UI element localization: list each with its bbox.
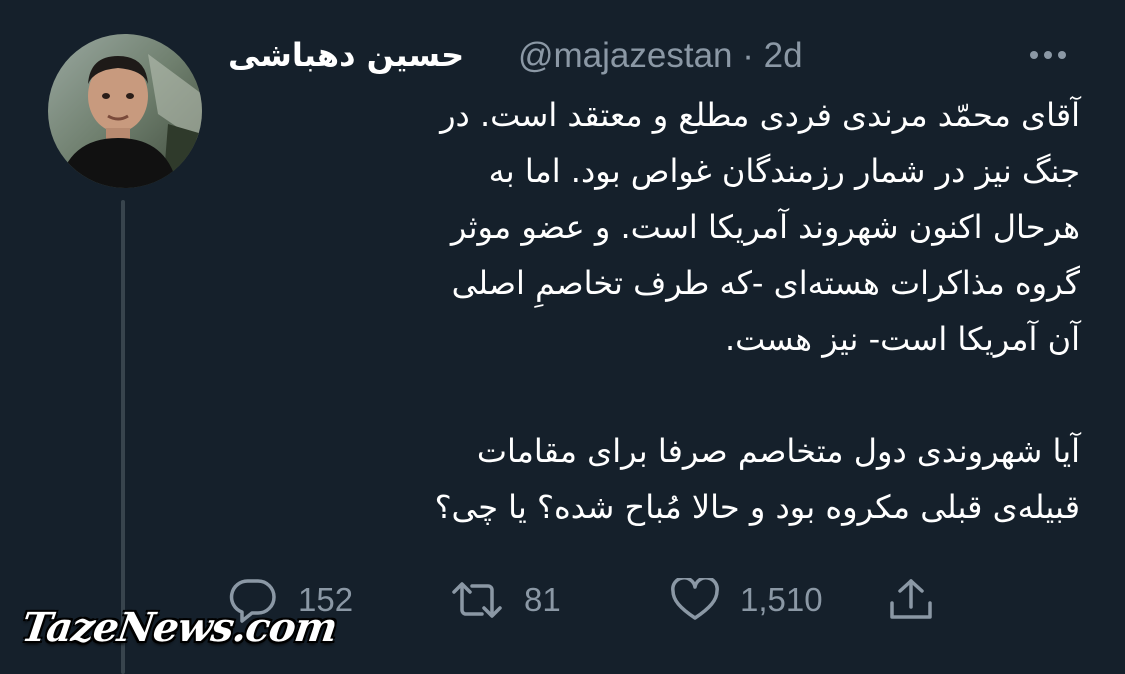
site-watermark: TazeNews.com (18, 604, 340, 651)
avatar-photo (48, 34, 202, 188)
author-display-name[interactable]: حسین دهباشی (228, 36, 464, 74)
tweet-actions: 152 81 1,510 (228, 572, 988, 628)
more-options-button[interactable] (1026, 40, 1070, 70)
tweet-line-7: قبیله‌ی قبلی مکروه بود و حالا مُباح شده؟… (434, 488, 1080, 526)
tweet-line-1: آقای محمّد مرندی فردی مطلع و معتقد است. … (440, 96, 1080, 134)
tweet-line-4: گروه مذاکرات هسته‌ای -که طرف تخاصمِ اصلی (451, 264, 1080, 302)
share-button[interactable] (886, 572, 936, 628)
retweet-icon (452, 582, 502, 618)
author-handle-time[interactable]: @majazestan · 2d (518, 36, 803, 76)
more-horizontal-icon (1030, 51, 1066, 59)
tweet-line-6: آیا شهروندی دول متخاصم صرفا برای مقامات (476, 432, 1080, 470)
retweet-count: 81 (524, 581, 561, 618)
share-upload-icon (890, 579, 932, 619)
tweet-line-5: آن آمریکا است- نیز هست. (725, 320, 1080, 358)
author-avatar[interactable] (48, 34, 202, 188)
tweet-header: حسین دهباشی @majazestan · 2d (228, 34, 1098, 82)
like-count: 1,510 (740, 581, 823, 618)
tweet-line-3: هرحال اکنون شهروند آمریکا است. و عضو موث… (450, 208, 1080, 246)
tweet-line-2: جنگ نیز در شمار رزمندگان غواص بود. اما ب… (488, 152, 1080, 190)
like-button[interactable]: 1,510 (670, 572, 823, 628)
thread-line (121, 200, 125, 674)
heart-icon (671, 578, 719, 620)
retweet-button[interactable]: 81 (450, 572, 561, 628)
